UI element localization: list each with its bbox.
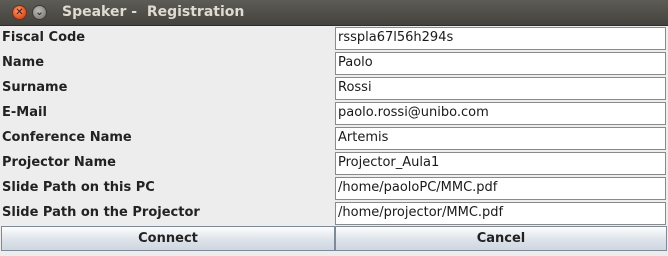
window-title: Speaker - Registration	[62, 4, 245, 20]
email-label: E-Mail	[2, 105, 47, 120]
form-row-surname: Surname Rossi	[0, 76, 668, 101]
window-bottom-edge	[0, 251, 668, 256]
fiscal-code-label: Fiscal Code	[2, 30, 86, 45]
fiscal-code-field[interactable]: rsspla67l56h294s	[335, 27, 666, 50]
form-row-fiscal-code: Fiscal Code rsspla67l56h294s	[0, 26, 668, 51]
slide-path-projector-field[interactable]: /home/projector/MMC.pdf	[335, 202, 666, 225]
email-field[interactable]: paolo.rossi@unibo.com	[335, 102, 666, 125]
button-bar: Connect Cancel	[0, 226, 668, 251]
projector-name-field[interactable]: Projector_Aula1	[335, 152, 666, 175]
slide-path-pc-label: Slide Path on this PC	[2, 180, 155, 195]
form-row-slide-path-projector: Slide Path on the Projector /home/projec…	[0, 201, 668, 226]
cancel-button[interactable]: Cancel	[335, 226, 667, 251]
minimize-icon[interactable]: ⌄	[32, 5, 47, 20]
conference-name-label: Conference Name	[2, 130, 132, 145]
surname-field[interactable]: Rossi	[335, 77, 666, 100]
form-row-name: Name Paolo	[0, 51, 668, 76]
conference-name-field[interactable]: Artemis	[335, 127, 666, 150]
projector-name-label: Projector Name	[2, 155, 116, 170]
name-label: Name	[2, 55, 45, 70]
close-icon[interactable]: ✕	[12, 5, 27, 20]
title-bar[interactable]: ✕ ⌄ Speaker - Registration	[0, 0, 668, 26]
form-row-projector-name: Projector Name Projector_Aula1	[0, 151, 668, 176]
registration-window: ✕ ⌄ Speaker - Registration Fiscal Code r…	[0, 0, 668, 256]
form-row-email: E-Mail paolo.rossi@unibo.com	[0, 101, 668, 126]
name-field[interactable]: Paolo	[335, 52, 666, 75]
surname-label: Surname	[2, 80, 68, 95]
connect-button[interactable]: Connect	[1, 226, 335, 251]
slide-path-pc-field[interactable]: /home/paoloPC/MMC.pdf	[335, 177, 666, 200]
slide-path-projector-label: Slide Path on the Projector	[2, 205, 200, 220]
form-row-slide-path-pc: Slide Path on this PC /home/paoloPC/MMC.…	[0, 176, 668, 201]
form-row-conference-name: Conference Name Artemis	[0, 126, 668, 151]
